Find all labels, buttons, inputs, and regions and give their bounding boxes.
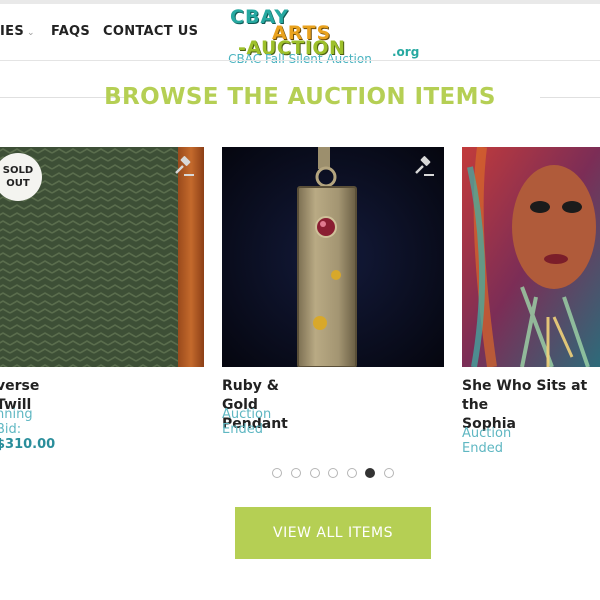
header-divider [0,60,600,61]
nav-item-categories[interactable]: IES ⌄ [0,24,35,39]
nav-item-label: CONTACT US [103,24,199,39]
pagination-dot[interactable] [310,468,320,478]
badge-line-2: OUT [6,178,30,189]
pagination-dot[interactable] [291,468,301,478]
winning-bid-label: nning Bid: [0,407,33,437]
item-status: Auction Ended [462,426,512,456]
heading-rule-right [540,97,600,98]
nav-item-faqs[interactable]: FAQS [51,24,90,39]
item-image[interactable] [462,147,600,367]
pagination-dot[interactable] [384,468,394,478]
nav-item-label: IES [0,24,24,39]
badge-line-1: SOLD [2,165,34,176]
auction-subtitle: CBAC Fall Silent Auction [228,52,372,66]
item-image[interactable] [222,147,444,367]
item-image[interactable]: SOLD OUT [0,147,204,367]
nav-item-contact-us[interactable]: CONTACT US [103,24,198,39]
site-logo[interactable]: CBAY ARTS -AUCTION .org [228,4,440,59]
gavel-icon [172,155,196,179]
pagination-dot[interactable] [347,468,357,478]
item-status: Auction Ended [222,407,272,437]
winning-bid-amount: $310.00 [0,437,56,452]
chevron-down-icon: ⌄ [26,28,35,38]
nav-item-label: FAQS [51,24,91,39]
pagination-dot[interactable] [328,468,338,478]
item-status: nning Bid: $310.00 [0,407,55,452]
pagination-dot[interactable] [272,468,282,478]
view-all-items-button[interactable]: VIEW ALL ITEMS [235,507,431,559]
pagination-dot-active[interactable] [365,468,375,478]
gavel-icon [412,155,436,179]
item-title-line-1: She Who Sits at the [462,378,588,413]
section-heading: BROWSE THE AUCTION ITEMS [104,84,496,110]
